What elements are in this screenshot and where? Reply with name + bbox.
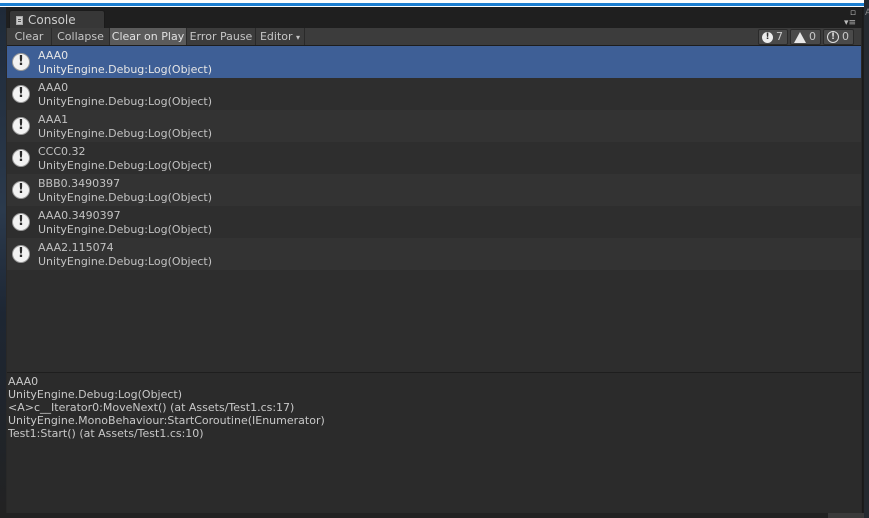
tab-title: Console xyxy=(28,13,76,27)
log-source: UnityEngine.Debug:Log(Object) xyxy=(38,255,213,268)
info-icon: ! xyxy=(827,31,839,43)
log-message: CCC0.32 xyxy=(38,145,86,158)
log-entry-icon: ! xyxy=(12,117,30,135)
log-entry[interactable]: ! BBB0.3490397 UnityEngine.Debug:Log(Obj… xyxy=(7,174,861,206)
stack-trace-panel[interactable]: AAA0 UnityEngine.Debug:Log(Object) <A>c_… xyxy=(7,373,861,513)
warning-icon xyxy=(794,31,806,43)
log-entry-icon: ! xyxy=(12,149,30,167)
tab-console[interactable]: Console xyxy=(9,10,105,29)
log-message: BBB0.3490397 xyxy=(38,177,121,190)
log-message: AAA0.3490397 xyxy=(38,209,121,222)
error-count-toggle[interactable]: ! 7 xyxy=(758,29,788,45)
log-entry-icon: ! xyxy=(12,53,30,71)
log-counts: ! 7 0 ! 0 xyxy=(756,29,854,45)
collapse-button[interactable]: Collapse xyxy=(52,28,110,45)
warning-count-toggle[interactable]: 0 xyxy=(790,29,821,45)
log-source: UnityEngine.Debug:Log(Object) xyxy=(38,223,213,236)
console-icon xyxy=(16,15,23,25)
info-count: 0 xyxy=(842,30,849,43)
log-entry-icon: ! xyxy=(12,213,30,231)
log-source: UnityEngine.Debug:Log(Object) xyxy=(38,159,213,172)
log-message: AAA0 xyxy=(38,49,69,62)
log-entry[interactable]: ! AAA1 UnityEngine.Debug:Log(Object) xyxy=(7,110,861,142)
log-source: UnityEngine.Debug:Log(Object) xyxy=(38,191,213,204)
log-entry[interactable]: ! AAA0 UnityEngine.Debug:Log(Object) xyxy=(7,46,861,78)
log-source: UnityEngine.Debug:Log(Object) xyxy=(38,95,213,108)
stack-trace-line: AAA0 xyxy=(8,375,39,388)
edge-text: A xyxy=(865,8,869,18)
window-controls: ▫ ▾≡ xyxy=(844,8,856,28)
log-message: AAA2.115074 xyxy=(38,241,114,254)
maximize-icon[interactable]: ▫ xyxy=(850,8,856,18)
clear-on-play-button[interactable]: Clear on Play xyxy=(110,28,187,45)
clear-button[interactable]: Clear xyxy=(7,28,52,45)
log-entry[interactable]: ! CCC0.32 UnityEngine.Debug:Log(Object) xyxy=(7,142,861,174)
console-toolbar: Clear Collapse Clear on Play Error Pause… xyxy=(7,28,861,46)
title-accent-bar xyxy=(0,3,864,6)
bottom-edge-highlight xyxy=(828,513,864,518)
editor-dropdown[interactable]: Editor ▾ xyxy=(256,28,305,45)
stack-trace-line[interactable]: Test1:Start() (at Assets/Test1.cs:10) xyxy=(8,427,204,440)
chevron-down-icon: ▾ xyxy=(296,33,301,42)
log-entry-icon: ! xyxy=(12,245,30,263)
error-icon: ! xyxy=(762,31,773,43)
warning-count: 0 xyxy=(809,30,816,43)
editor-label: Editor xyxy=(259,30,293,43)
bottom-edge xyxy=(0,513,864,518)
error-pause-button[interactable]: Error Pause xyxy=(187,28,256,45)
menu-icon[interactable]: ▾≡ xyxy=(844,18,856,28)
log-source: UnityEngine.Debug:Log(Object) xyxy=(38,63,213,76)
log-entry-icon: ! xyxy=(12,85,30,103)
log-message: AAA1 xyxy=(38,113,69,126)
stack-trace-line: UnityEngine.Debug:Log(Object) xyxy=(8,388,183,401)
log-entry[interactable]: ! AAA2.115074 UnityEngine.Debug:Log(Obje… xyxy=(7,238,861,270)
info-count-toggle[interactable]: ! 0 xyxy=(823,29,854,45)
tab-bar: Console ▫ ▾≡ xyxy=(6,7,862,29)
console-window: Console ▫ ▾≡ Clear Collapse Clear on Pla… xyxy=(6,7,863,513)
log-source: UnityEngine.Debug:Log(Object) xyxy=(38,127,213,140)
error-count: 7 xyxy=(776,30,783,43)
log-list[interactable]: ! AAA0 UnityEngine.Debug:Log(Object) ! A… xyxy=(7,46,861,372)
log-entry[interactable]: ! AAA0.3490397 UnityEngine.Debug:Log(Obj… xyxy=(7,206,861,238)
window-right-edge xyxy=(864,0,869,518)
log-entry-icon: ! xyxy=(12,181,30,199)
log-entry[interactable]: ! AAA0 UnityEngine.Debug:Log(Object) xyxy=(7,78,861,110)
log-message: AAA0 xyxy=(38,81,69,94)
stack-trace-line: UnityEngine.MonoBehaviour:StartCoroutine… xyxy=(8,414,325,427)
stack-trace-line[interactable]: <A>c__Iterator0:MoveNext() (at Assets/Te… xyxy=(8,401,294,414)
